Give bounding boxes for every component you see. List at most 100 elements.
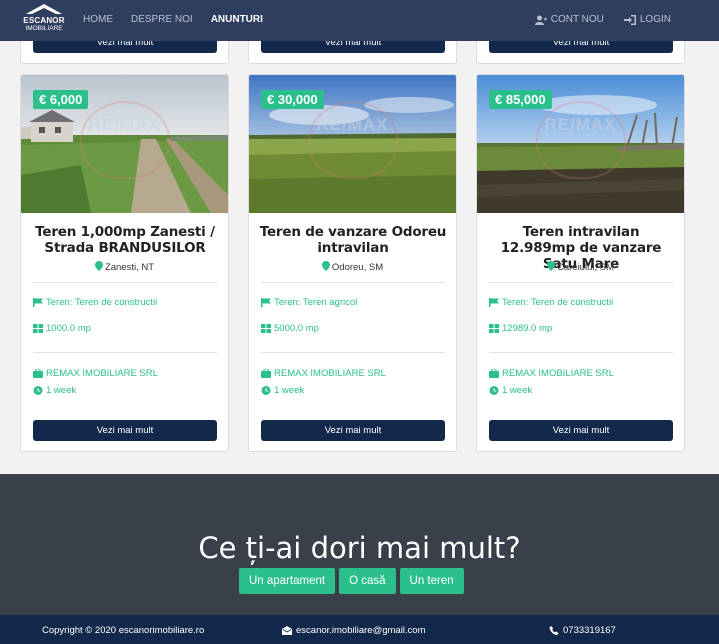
listing-card: € 85,000 RE/MAX Teren intravilan 12.989m… — [476, 74, 685, 452]
map-marker-icon — [94, 261, 103, 271]
area-text: 1000.0 mp — [46, 323, 91, 334]
remax-watermark: RE/MAX — [316, 115, 389, 134]
location-text: Careiului, SM — [556, 262, 615, 273]
listing-type: Teren: Teren de constructii — [489, 297, 613, 308]
listing-photo[interactable]: € 6,000 RE/MAX — [21, 75, 228, 213]
footer-email[interactable]: escanor.imobiliare@gmail.com — [282, 625, 426, 636]
remax-balloon-watermark — [535, 101, 626, 179]
sign-in-icon — [623, 14, 636, 25]
listing-location: Odoreu, SM — [249, 261, 456, 273]
cta-title: Ce ți-ai dori mai mult? — [198, 531, 521, 565]
agency-text[interactable]: REMAX IMOBILIARE SRL — [274, 368, 386, 379]
phone-text: 0733319167 — [563, 625, 616, 636]
cta-apartament-button[interactable]: Un apartament — [239, 568, 336, 594]
listing-title[interactable]: Teren 1,000mp Zanesti / Strada BRANDUSIL… — [31, 224, 219, 256]
type-text: Teren: Teren de constructii — [46, 297, 158, 308]
brand-logo[interactable]: ESCANOR IMOBILIARE — [20, 4, 68, 36]
divider — [261, 282, 445, 283]
brand-name: ESCANOR — [23, 16, 65, 25]
remax-watermark: RE/MAX — [88, 115, 161, 134]
cta-casa-button[interactable]: O casă — [339, 568, 396, 594]
cta-section: Ce ți-ai dori mai mult? Un apartament O … — [0, 474, 719, 615]
briefcase-icon — [489, 369, 499, 378]
flag-icon — [33, 298, 43, 307]
vezi-mai-mult-button[interactable]: Vezi mai mult — [489, 420, 673, 441]
divider — [33, 282, 217, 283]
clock-icon — [489, 386, 499, 395]
clock-icon — [33, 386, 43, 395]
listing-area: 1000.0 mp — [33, 323, 91, 334]
copyright-text: Copyright © 2020 escanorimobiliare.ro — [42, 625, 205, 636]
age-text: 1 week — [46, 385, 77, 396]
area-text: 12989.0 mp — [502, 323, 553, 334]
remax-balloon-watermark — [307, 101, 398, 179]
price-badge: € 6,000 — [33, 90, 89, 109]
listing-age: 1 week — [261, 385, 304, 396]
nav-anunturi[interactable]: ANUNTURI — [211, 14, 263, 25]
map-marker-icon — [546, 261, 555, 271]
vezi-mai-mult-button[interactable]: Vezi mai mult — [261, 420, 445, 441]
remax-watermark: RE/MAX — [544, 115, 617, 134]
agency-text[interactable]: REMAX IMOBILIARE SRL — [502, 368, 614, 379]
area-grid-icon — [489, 324, 499, 333]
cta-teren-button[interactable]: Un teren — [399, 568, 464, 594]
area-grid-icon — [261, 324, 271, 333]
area-text: 5000.0 mp — [274, 323, 319, 334]
account-nav: CONT NOU LOGIN — [534, 14, 671, 25]
briefcase-icon — [33, 369, 43, 378]
email-text: escanor.imobiliare@gmail.com — [296, 625, 426, 636]
user-plus-icon — [534, 15, 547, 25]
type-text: Teren: Teren de constructii — [502, 297, 614, 308]
phone-icon — [549, 626, 559, 635]
location-text: Zanesti, NT — [104, 262, 155, 273]
nav-cont-nou[interactable]: CONT NOU — [534, 14, 604, 25]
nav-login[interactable]: LOGIN — [623, 14, 671, 25]
listing-agency: REMAX IMOBILIARE SRL — [33, 368, 158, 379]
clock-icon — [261, 386, 271, 395]
listing-area: 12989.0 mp — [489, 323, 552, 334]
navbar: ESCANOR IMOBILIARE HOME DESPRE NOI ANUNT… — [0, 0, 719, 41]
listing-location: Careiului, SM — [477, 261, 684, 273]
listing-photo[interactable]: € 85,000 RE/MAX — [477, 75, 684, 213]
listing-agency: REMAX IMOBILIARE SRL — [489, 368, 614, 379]
login-label: LOGIN — [639, 14, 671, 25]
nav-home[interactable]: HOME — [83, 14, 113, 25]
listing-area: 5000.0 mp — [261, 323, 319, 334]
divider — [489, 282, 673, 283]
listing-type: Teren: Teren de constructii — [33, 297, 157, 308]
listing-card: € 6,000 RE/MAX Teren 1,000mp Zanesti / S… — [20, 74, 229, 452]
listing-age: 1 week — [489, 385, 532, 396]
listing-location: Zanesti, NT — [21, 261, 228, 273]
type-text: Teren: Teren agricol — [274, 297, 358, 308]
flag-icon — [261, 298, 271, 307]
divider — [489, 352, 673, 353]
nav-despre-noi[interactable]: DESPRE NOI — [131, 14, 193, 25]
briefcase-icon — [261, 369, 271, 378]
main-nav: HOME DESPRE NOI ANUNTURI — [83, 14, 263, 25]
cont-nou-label: CONT NOU — [550, 14, 604, 25]
area-grid-icon — [33, 324, 43, 333]
listing-type: Teren: Teren agricol — [261, 297, 357, 308]
location-text: Odoreu, SM — [331, 262, 384, 273]
agency-text[interactable]: REMAX IMOBILIARE SRL — [46, 368, 158, 379]
footer: Copyright © 2020 escanorimobiliare.ro es… — [0, 615, 719, 644]
vezi-mai-mult-button[interactable]: Vezi mai mult — [33, 420, 217, 441]
footer-phone[interactable]: 0733319167 — [549, 625, 616, 636]
cta-buttons: Un apartament O casă Un teren — [239, 568, 464, 594]
flag-icon — [489, 298, 499, 307]
age-text: 1 week — [502, 385, 533, 396]
brand-subtitle: IMOBILIARE — [25, 25, 63, 32]
listing-age: 1 week — [33, 385, 76, 396]
price-badge: € 30,000 — [261, 90, 324, 109]
listing-card: € 30,000 RE/MAX Teren de vanzare Odoreu … — [248, 74, 457, 452]
price-badge: € 85,000 — [489, 90, 552, 109]
remax-balloon-watermark — [79, 101, 170, 179]
listing-photo[interactable]: € 30,000 RE/MAX — [249, 75, 456, 213]
age-text: 1 week — [274, 385, 305, 396]
listing-title[interactable]: Teren de vanzare Odoreu intravilan — [259, 224, 447, 256]
divider — [261, 352, 445, 353]
divider — [33, 352, 217, 353]
listing-agency: REMAX IMOBILIARE SRL — [261, 368, 386, 379]
envelope-icon — [282, 626, 292, 635]
map-marker-icon — [321, 261, 330, 271]
